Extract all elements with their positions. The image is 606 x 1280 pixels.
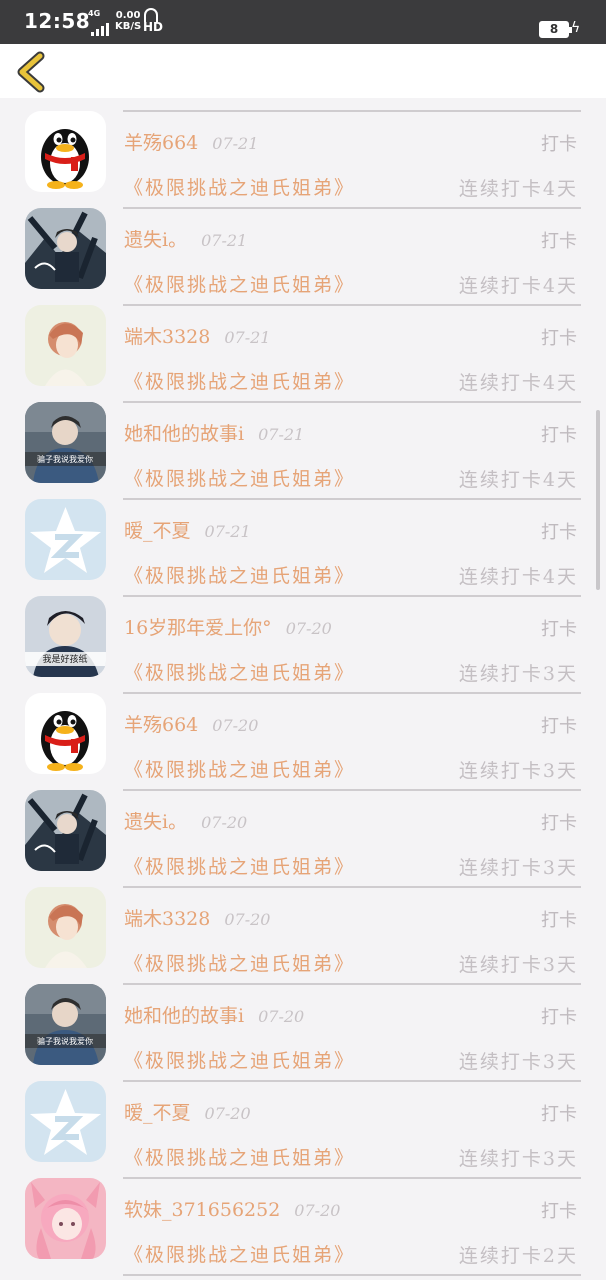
svg-text:骗子我说我爱你: 骗子我说我爱你 [37,454,93,464]
network-speed: 0.00 KB/S [115,10,141,32]
status-bar: 12:58 4G 0.00 KB/S HD 8 ϟ [0,0,606,44]
avatar[interactable]: 骗子我说我爱你 [25,402,106,483]
checkin-date: 07-20 [201,813,248,832]
checkin-date: 07-21 [258,425,305,444]
svg-text:骗子我说我爱你: 骗子我说我爱你 [37,1036,93,1046]
avatar[interactable] [25,693,106,774]
username-text: 遗失i。 [124,811,188,833]
checkin-date: 07-21 [201,231,248,250]
checkin-action-label: 打卡 [541,522,577,543]
avatar[interactable] [25,887,106,968]
streak-label: 连续打卡2天 [458,1245,578,1267]
username-text: 羊殇664 [124,132,199,154]
checkin-action-label: 打卡 [541,1201,577,1222]
checkin-action-label: 打卡 [541,619,577,640]
checkin-action-label: 打卡 [541,134,577,155]
list-item[interactable]: 遗失i。 07-20 打卡 《极限挑战之迪氏姐弟》 连续打卡3天 [0,777,606,888]
username: 软妹_371656252 07-20 [124,1195,340,1222]
avatar[interactable]: 骗子我说我爱你 [25,984,106,1065]
username-text: 羊殇664 [124,714,199,736]
battery-icon: 8 [539,21,572,38]
checkin-date: 07-20 [224,910,271,929]
signal-icon [91,22,109,36]
checkin-date: 07-20 [285,619,332,638]
username: 遗失i。 07-20 [124,807,247,834]
username-text: 软妹_371656252 [124,1199,281,1221]
list-item[interactable]: 羊殇664 07-21 打卡 《极限挑战之迪氏姐弟》 连续打卡4天 [0,98,606,209]
avatar[interactable]: 我是好孩纸 [25,596,106,677]
username: 暧_不夏 07-21 [124,516,251,543]
checkin-date: 07-21 [224,328,271,347]
username: 遗失i。 07-21 [124,225,247,252]
bolt-icon: ϟ [571,20,581,36]
list-item[interactable]: 端木3328 07-20 打卡 《极限挑战之迪氏姐弟》 连续打卡3天 [0,874,606,985]
username: 羊殇664 07-21 [124,128,258,155]
username-text: 她和他的故事i [124,423,245,445]
speed-unit: KB/S [115,21,142,32]
avatar[interactable] [25,1178,106,1259]
username-text: 端木3328 [124,326,211,348]
checkin-action-label: 打卡 [541,910,577,931]
username-text: 暧_不夏 [124,1102,191,1124]
username: 16岁那年爱上你° 07-20 [124,613,332,640]
top-bar [0,44,606,98]
checkin-action-label: 打卡 [541,716,577,737]
list-item[interactable]: 骗子我说我爱你 她和他的故事i 07-20 打卡 《极限挑战之迪氏姐弟》 连续打卡… [0,971,606,1082]
username-text: 她和他的故事i [124,1005,245,1027]
checkin-date: 07-21 [212,134,259,153]
list-item[interactable]: 暧_不夏 07-21 打卡 《极限挑战之迪氏姐弟》 连续打卡4天 [0,486,606,597]
list-item[interactable]: 羊殇664 07-20 打卡 《极限挑战之迪氏姐弟》 连续打卡3天 [0,680,606,791]
username: 端木3328 07-21 [124,322,270,349]
username: 羊殇664 07-20 [124,710,258,737]
avatar[interactable] [25,499,106,580]
checkin-date: 07-20 [258,1007,305,1026]
checkin-action-label: 打卡 [541,1007,577,1028]
checkin-date: 07-20 [204,1104,251,1123]
checkin-date: 07-20 [212,716,259,735]
chevron-left-icon [17,51,45,93]
scrollbar[interactable] [596,410,600,590]
avatar[interactable] [25,111,106,192]
avatar[interactable] [25,208,106,289]
username-text: 16岁那年爱上你° [124,617,272,639]
list-item[interactable]: 软妹_371656252 07-20 打卡 《极限挑战之迪氏姐弟》 连续打卡2天 [0,1165,606,1276]
username: 她和他的故事i 07-20 [124,1001,304,1028]
network-type: 4G [88,9,101,18]
course-title[interactable]: 《极限挑战之迪氏姐弟》 [124,1240,355,1267]
checkin-action-label: 打卡 [541,231,577,252]
username-text: 端木3328 [124,908,211,930]
list-item[interactable]: 遗失i。 07-21 打卡 《极限挑战之迪氏姐弟》 连续打卡4天 [0,195,606,306]
row-divider [123,1274,581,1276]
checkin-action-label: 打卡 [541,1104,577,1125]
list-item[interactable]: 我是好孩纸 16岁那年爱上你° 07-20 打卡 《极限挑战之迪氏姐弟》 连续打卡… [0,583,606,694]
list-item[interactable]: 端木3328 07-21 打卡 《极限挑战之迪氏姐弟》 连续打卡4天 [0,292,606,403]
checkin-action-label: 打卡 [541,813,577,834]
avatar[interactable] [25,305,106,386]
list-item[interactable]: 暧_不夏 07-20 打卡 《极限挑战之迪氏姐弟》 连续打卡3天 [0,1068,606,1179]
checkin-action-label: 打卡 [541,328,577,349]
username: 暧_不夏 07-20 [124,1098,251,1125]
username-text: 遗失i。 [124,229,188,251]
username: 端木3328 07-20 [124,904,270,931]
checkin-date: 07-20 [294,1201,341,1220]
speed-value: 0.00 [115,10,141,21]
hd-label: HD [143,20,164,34]
username-text: 暧_不夏 [124,520,191,542]
status-time: 12:58 [24,9,91,33]
checkin-date: 07-21 [204,522,251,541]
avatar[interactable] [25,790,106,871]
list-item[interactable]: 骗子我说我爱你 她和他的故事i 07-21 打卡 《极限挑战之迪氏姐弟》 连续打卡… [0,389,606,500]
checkin-action-label: 打卡 [541,425,577,446]
username: 她和他的故事i 07-21 [124,419,304,446]
checkin-list[interactable]: 羊殇664 07-21 打卡 《极限挑战之迪氏姐弟》 连续打卡4天 遗失i。 07-… [0,98,606,1280]
svg-text:我是好孩纸: 我是好孩纸 [42,653,87,665]
back-button[interactable] [12,50,52,94]
avatar[interactable] [25,1081,106,1162]
